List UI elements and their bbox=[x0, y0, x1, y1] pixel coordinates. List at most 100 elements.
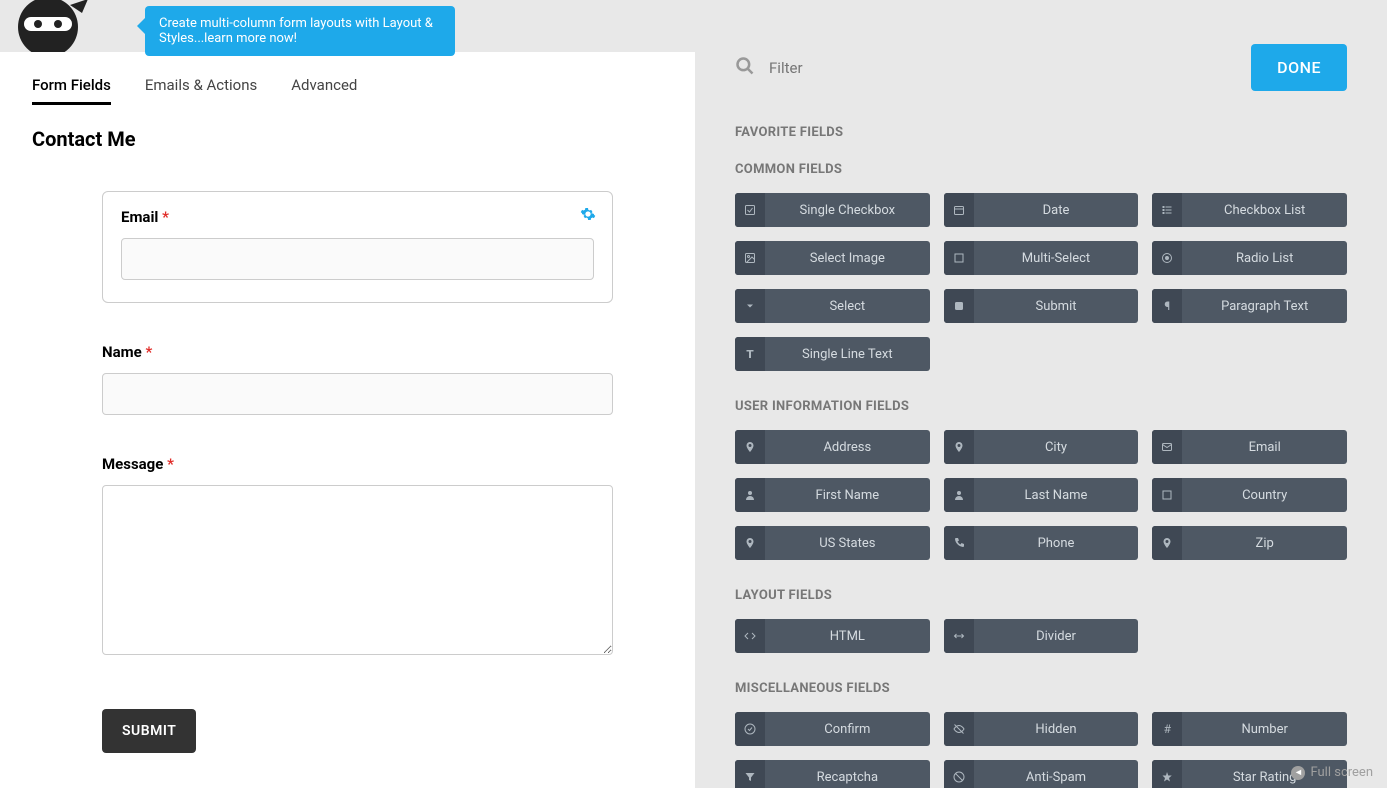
field-type-city[interactable]: City bbox=[944, 430, 1139, 464]
field-type-first-name[interactable]: First Name bbox=[735, 478, 930, 512]
field-type-us-states[interactable]: US States bbox=[735, 526, 930, 560]
field-type-label: Email bbox=[1182, 430, 1347, 464]
field-type-label: Radio List bbox=[1182, 241, 1347, 275]
field-type-label: Country bbox=[1182, 478, 1347, 512]
done-button[interactable]: DONE bbox=[1251, 44, 1347, 91]
field-type-multi-select[interactable]: Multi-Select bbox=[944, 241, 1139, 275]
ok-icon bbox=[735, 712, 765, 746]
field-type-label: Number bbox=[1182, 712, 1347, 746]
field-type-phone[interactable]: Phone bbox=[944, 526, 1139, 560]
field-type-label: Select bbox=[765, 289, 930, 323]
email-label: Email * bbox=[121, 208, 594, 226]
field-type-paragraph-text[interactable]: ¶Paragraph Text bbox=[1152, 289, 1347, 323]
field-type-last-name[interactable]: Last Name bbox=[944, 478, 1139, 512]
list-icon bbox=[1152, 193, 1182, 227]
field-type-label: Last Name bbox=[974, 478, 1139, 512]
gear-icon[interactable] bbox=[580, 206, 596, 226]
pin-icon bbox=[735, 430, 765, 464]
field-type-hidden[interactable]: Hidden bbox=[944, 712, 1139, 746]
submit-button[interactable]: SUBMIT bbox=[102, 709, 196, 753]
tab-form-fields[interactable]: Form Fields bbox=[32, 76, 111, 105]
field-type-label: Single Checkbox bbox=[765, 193, 930, 227]
field-type-label: Date bbox=[974, 193, 1139, 227]
arrow-left-icon: ◄ bbox=[1291, 766, 1305, 780]
sq-icon bbox=[944, 241, 974, 275]
message-label: Message * bbox=[102, 455, 613, 473]
field-type-label: Phone bbox=[974, 526, 1139, 560]
field-type-label: Submit bbox=[974, 289, 1139, 323]
field-type-confirm[interactable]: Confirm bbox=[735, 712, 930, 746]
cal-icon bbox=[944, 193, 974, 227]
field-type-checkbox-list[interactable]: Checkbox List bbox=[1152, 193, 1347, 227]
field-type-select-image[interactable]: Select Image bbox=[735, 241, 930, 275]
section-favorite-fields: FAVORITE FIELDS bbox=[735, 125, 1347, 140]
section-layout-fields: LAYOUT FIELDS bbox=[735, 588, 1347, 603]
message-textarea[interactable] bbox=[102, 485, 613, 655]
chev-icon bbox=[735, 289, 765, 323]
section-user-info-fields: USER INFORMATION FIELDS bbox=[735, 399, 1347, 414]
user-icon bbox=[735, 478, 765, 512]
top-banner: Create multi-column form layouts with La… bbox=[0, 0, 695, 52]
tab-advanced[interactable]: Advanced bbox=[291, 76, 357, 105]
code-icon bbox=[735, 619, 765, 653]
field-type-divider[interactable]: Divider bbox=[944, 619, 1139, 653]
filter-input[interactable] bbox=[769, 59, 1237, 77]
field-type-label: US States bbox=[765, 526, 930, 560]
field-type-address[interactable]: Address bbox=[735, 430, 930, 464]
field-type-single-line-text[interactable]: Single Line Text bbox=[735, 337, 930, 371]
field-palette-panel: DONE FAVORITE FIELDS COMMON FIELDS Singl… bbox=[695, 0, 1387, 788]
arr-icon bbox=[944, 619, 974, 653]
field-type-email[interactable]: Email bbox=[1152, 430, 1347, 464]
section-common-fields: COMMON FIELDS bbox=[735, 162, 1347, 177]
email-input[interactable] bbox=[121, 238, 594, 280]
field-type-date[interactable]: Date bbox=[944, 193, 1139, 227]
funnel-icon bbox=[735, 760, 765, 788]
field-type-select[interactable]: Select bbox=[735, 289, 930, 323]
pin-icon bbox=[944, 430, 974, 464]
grid-layout: HTML Divider bbox=[735, 619, 1347, 653]
phone-icon bbox=[944, 526, 974, 560]
promo-tip[interactable]: Create multi-column form layouts with La… bbox=[145, 6, 455, 56]
name-label: Name * bbox=[102, 343, 613, 361]
field-email-card[interactable]: Email * bbox=[102, 191, 613, 303]
field-type-label: Checkbox List bbox=[1182, 193, 1347, 227]
field-type-single-checkbox[interactable]: Single Checkbox bbox=[735, 193, 930, 227]
pin-icon bbox=[1152, 526, 1182, 560]
field-type-radio-list[interactable]: Radio List bbox=[1152, 241, 1347, 275]
grid-misc: ConfirmHidden#NumberRecaptchaAnti-SpamSt… bbox=[735, 712, 1347, 788]
grid-userinfo: Address City Email First Name Last Name Count… bbox=[735, 430, 1347, 560]
para-icon: ¶ bbox=[1152, 289, 1182, 323]
field-type-label: HTML bbox=[765, 619, 930, 653]
check-icon bbox=[735, 193, 765, 227]
grid-common: Single Checkbox Date Checkbox List Select I… bbox=[735, 193, 1347, 371]
name-input[interactable] bbox=[102, 373, 613, 415]
pin-icon bbox=[735, 526, 765, 560]
fullscreen-toggle[interactable]: ◄ Full screen bbox=[1291, 765, 1373, 780]
eye-icon bbox=[944, 712, 974, 746]
field-type-submit[interactable]: Submit bbox=[944, 289, 1139, 323]
field-type-country[interactable]: Country bbox=[1152, 478, 1347, 512]
field-type-number[interactable]: #Number bbox=[1152, 712, 1347, 746]
section-misc-fields: MISCELLANEOUS FIELDS bbox=[735, 681, 1347, 696]
sq2-icon bbox=[944, 289, 974, 323]
env-icon bbox=[1152, 430, 1182, 464]
field-type-html[interactable]: HTML bbox=[735, 619, 930, 653]
field-type-label: Recaptcha bbox=[765, 760, 930, 788]
field-type-label: Zip bbox=[1182, 526, 1347, 560]
field-type-label: Hidden bbox=[974, 712, 1139, 746]
field-type-label: City bbox=[974, 430, 1139, 464]
user-icon bbox=[944, 478, 974, 512]
field-name-wrap[interactable]: Name * bbox=[102, 343, 613, 415]
field-type-label: Divider bbox=[974, 619, 1139, 653]
field-type-zip[interactable]: Zip bbox=[1152, 526, 1347, 560]
text-icon bbox=[735, 337, 765, 371]
form-title: Contact Me bbox=[32, 127, 663, 151]
sq-icon bbox=[1152, 478, 1182, 512]
field-type-recaptcha[interactable]: Recaptcha bbox=[735, 760, 930, 788]
tab-emails-actions[interactable]: Emails & Actions bbox=[145, 76, 257, 105]
field-type-label: Confirm bbox=[765, 712, 930, 746]
field-type-label: Multi-Select bbox=[974, 241, 1139, 275]
star-icon bbox=[1152, 760, 1182, 788]
field-message-wrap[interactable]: Message * bbox=[102, 455, 613, 659]
field-type-anti-spam[interactable]: Anti-Spam bbox=[944, 760, 1139, 788]
